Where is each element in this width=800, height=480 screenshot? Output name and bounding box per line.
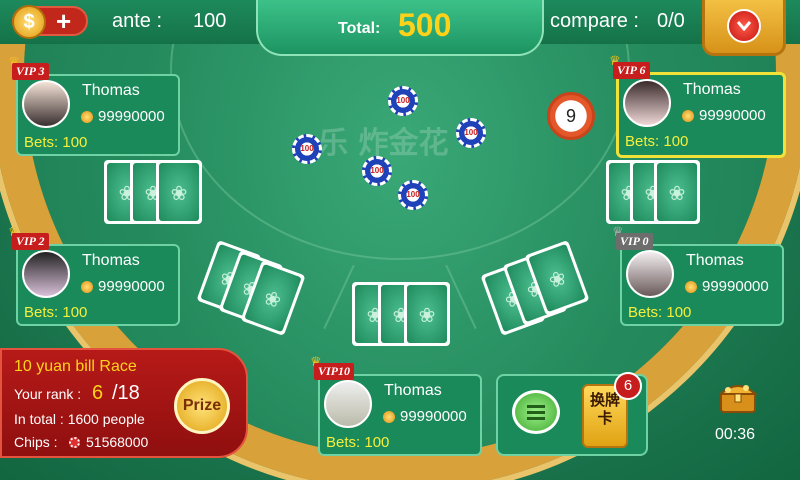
coin-icon bbox=[685, 281, 697, 293]
plus-icon: + bbox=[56, 6, 72, 36]
vip-badge: VIP 0 bbox=[616, 233, 653, 250]
player-seat[interactable]: ♛ VIP 2 Thomas 99990000 Bets: 100 bbox=[8, 224, 180, 326]
treasure-chest-icon[interactable] bbox=[718, 378, 758, 414]
total-pot: Total: 500 bbox=[256, 0, 544, 56]
rank-label: Your rank : bbox=[14, 386, 82, 402]
player-bets: Bets: 100 bbox=[326, 434, 390, 451]
ante-value: 100 bbox=[193, 10, 227, 32]
compare-label: compare : bbox=[550, 10, 639, 32]
chat-button[interactable] bbox=[512, 390, 560, 434]
bet-chip: 100 bbox=[388, 86, 418, 116]
player-seat[interactable]: ♛ VIP 0 Thomas 99990000 Bets: 100 bbox=[612, 224, 784, 326]
countdown-timer: 9 bbox=[547, 92, 595, 140]
chevron-down-icon bbox=[727, 9, 761, 43]
card-back bbox=[404, 282, 450, 346]
avatar bbox=[22, 80, 70, 128]
vip-badge: VIP10 bbox=[314, 363, 355, 380]
rank-total: /18 bbox=[112, 382, 140, 404]
table-watermark: 乐 炸金花 bbox=[318, 126, 449, 161]
chips-value: 51568000 bbox=[86, 434, 149, 450]
player-bets: Bets: 100 bbox=[625, 133, 689, 150]
player-chips: 99990000 bbox=[702, 278, 769, 295]
chat-icon bbox=[527, 405, 545, 408]
avatar bbox=[626, 250, 674, 298]
player-name: Thomas bbox=[82, 82, 140, 99]
player-name: Thomas bbox=[82, 252, 140, 269]
vip-badge: VIP 6 bbox=[613, 62, 650, 79]
bet-chip: 100 bbox=[456, 118, 486, 148]
vip-badge: VIP 2 bbox=[12, 233, 49, 250]
race-title: 10 yuan bill Race bbox=[14, 358, 137, 375]
player-name: Thomas bbox=[683, 81, 741, 98]
avatar bbox=[22, 250, 70, 298]
swap-count-badge: 6 bbox=[614, 372, 642, 400]
coin-icon bbox=[81, 281, 93, 293]
ante-label: ante : bbox=[112, 10, 163, 32]
player-bets: Bets: 100 bbox=[24, 304, 88, 321]
player-chips: 99990000 bbox=[98, 278, 165, 295]
player-seat-active[interactable]: ♛ VIP 6 Thomas 99990000 Bets: 100 bbox=[609, 53, 786, 158]
chip-icon bbox=[69, 437, 80, 448]
card-back bbox=[156, 160, 202, 224]
coin-icon: $ bbox=[12, 5, 46, 39]
action-panel: 换牌卡 6 bbox=[496, 372, 648, 456]
race-panel: 10 yuan bill Race Your rank : 6 /18 In t… bbox=[0, 348, 248, 458]
chat-icon-line bbox=[527, 411, 545, 414]
race-participants: In total : 1600 people bbox=[14, 411, 145, 427]
game-table: 乐 炸金花 $ + ante : 100 Total: 500 compare … bbox=[0, 0, 800, 480]
bet-chip: 100 bbox=[292, 134, 322, 164]
chips-label: Chips : bbox=[14, 434, 58, 450]
total-label: Total: bbox=[338, 20, 381, 37]
player-bets: Bets: 100 bbox=[628, 304, 692, 321]
compare-value: 0/0 bbox=[657, 10, 685, 32]
clock-time: 00:36 bbox=[715, 426, 756, 443]
prize-button[interactable]: Prize bbox=[174, 378, 230, 434]
player-seat-self[interactable]: ♛ VIP10 Thomas 99990000 Bets: 100 bbox=[310, 354, 482, 456]
card-back bbox=[654, 160, 700, 224]
bet-chip: 100 bbox=[398, 180, 428, 210]
player-name: Thomas bbox=[686, 252, 744, 269]
rank-value: 6 bbox=[92, 382, 104, 404]
coin-icon bbox=[81, 111, 93, 123]
menu-button[interactable] bbox=[702, 0, 786, 56]
avatar bbox=[324, 380, 372, 428]
vip-badge: VIP 3 bbox=[12, 63, 49, 80]
player-chips: 99990000 bbox=[400, 408, 467, 425]
total-value: 500 bbox=[398, 7, 452, 43]
player-name: Thomas bbox=[384, 382, 442, 399]
coin-icon bbox=[383, 411, 395, 423]
player-seat[interactable]: ♛ VIP 3 Thomas 99990000 Bets: 100 bbox=[8, 54, 180, 156]
add-coins-button[interactable]: $ + bbox=[12, 5, 88, 39]
chat-icon-line bbox=[527, 417, 545, 420]
coin-icon bbox=[682, 110, 694, 122]
player-bets: Bets: 100 bbox=[24, 134, 88, 151]
bet-chip: 100 bbox=[362, 156, 392, 186]
player-chips: 99990000 bbox=[699, 107, 766, 124]
player-chips: 99990000 bbox=[98, 108, 165, 125]
avatar bbox=[623, 79, 671, 127]
